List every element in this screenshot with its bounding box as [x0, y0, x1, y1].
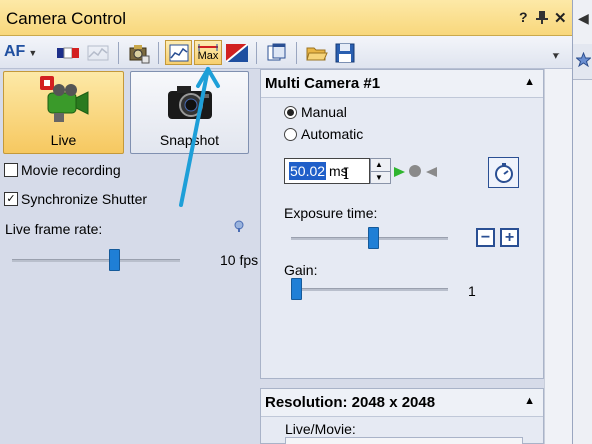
- annotation-arrow: [179, 67, 220, 207]
